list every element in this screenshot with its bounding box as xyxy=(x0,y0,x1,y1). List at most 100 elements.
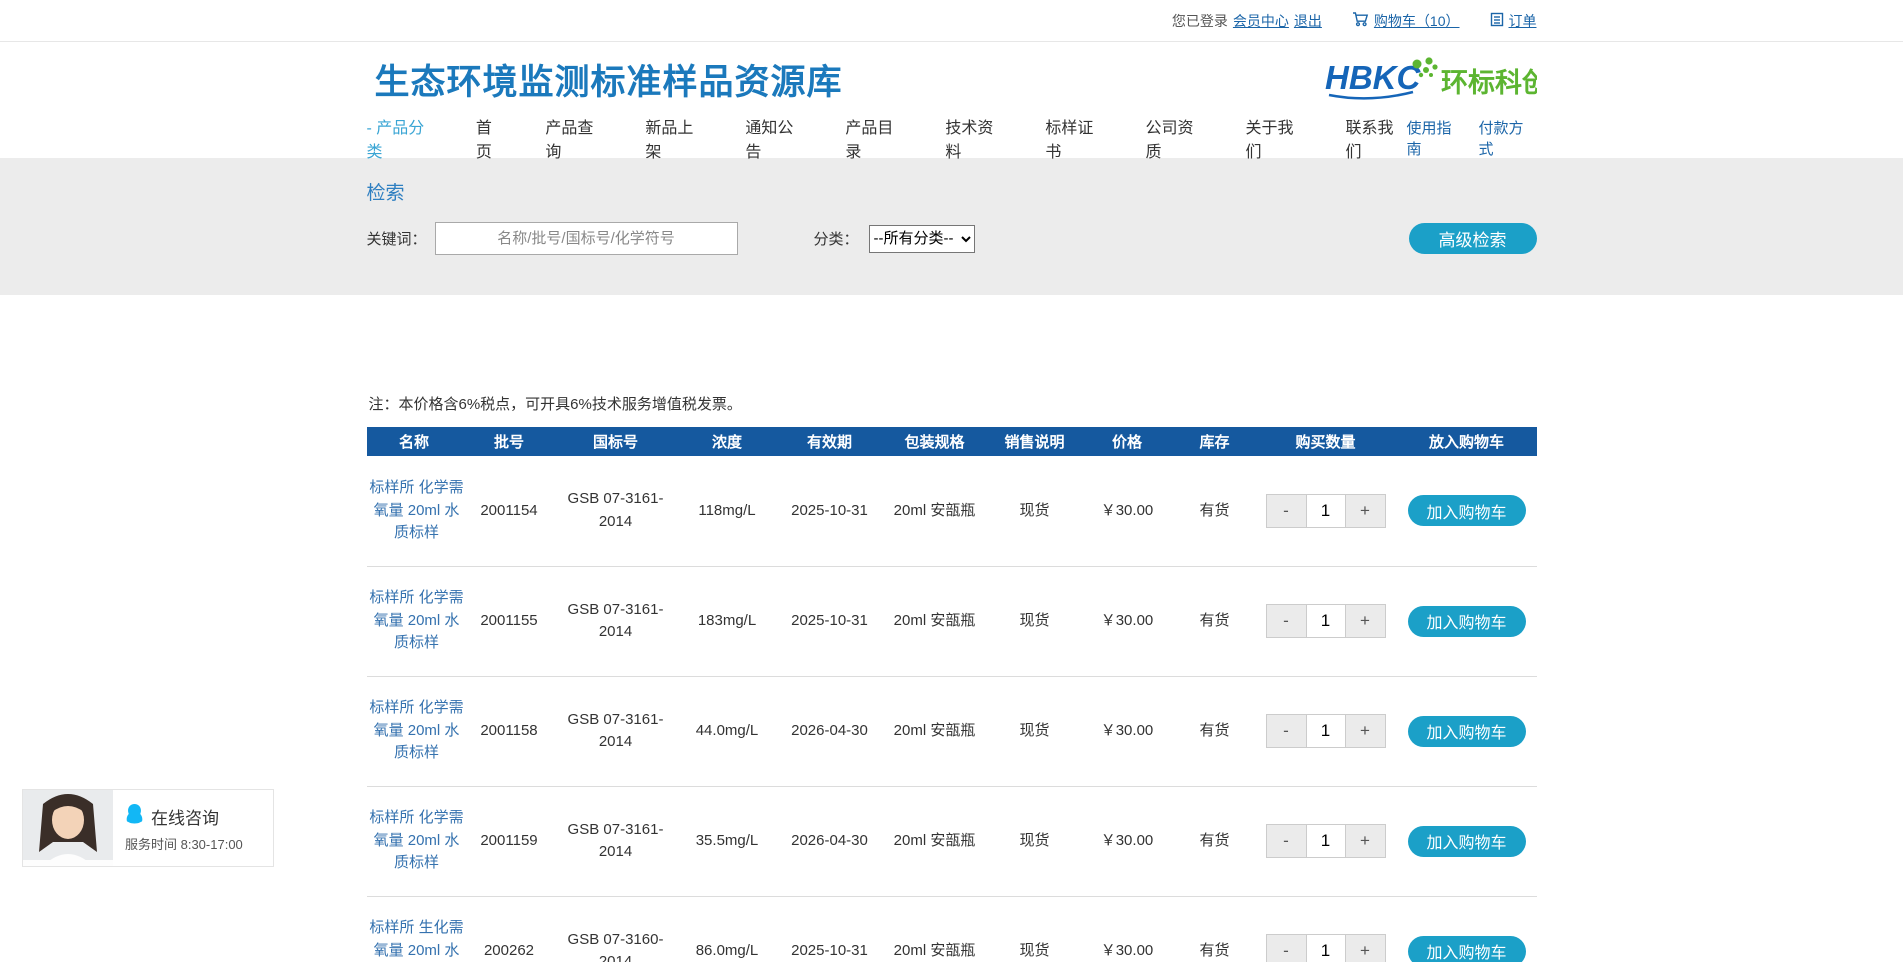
nav-item[interactable]: 通知公告 xyxy=(745,114,806,162)
keyword-input[interactable] xyxy=(435,222,738,255)
nav-helper-link[interactable]: 付款方式 xyxy=(1478,117,1536,159)
nav-item[interactable]: 产品目录 xyxy=(845,114,906,162)
quantity-input[interactable] xyxy=(1306,935,1346,962)
nav-item[interactable]: 首页 xyxy=(476,114,507,162)
nav-item[interactable]: 关于我们 xyxy=(1245,114,1306,162)
nav-item[interactable]: 新品上架 xyxy=(645,114,706,162)
quantity-input[interactable] xyxy=(1306,825,1346,857)
concentration-cell: 118mg/L xyxy=(675,456,780,566)
column-header: 有效期 xyxy=(780,427,880,456)
sale-status-cell: 现货 xyxy=(990,676,1080,786)
column-header: 包装规格 xyxy=(880,427,990,456)
cart-link-label[interactable]: 购物车（10） xyxy=(1374,11,1460,31)
quantity-plus-button[interactable]: + xyxy=(1346,935,1385,962)
keyword-label: 关键词： xyxy=(367,228,427,249)
site-header: 生态环境监测标准样品资源库 HBKC 环标科创 xyxy=(0,42,1903,117)
add-to-cart-button[interactable]: 加入购物车 xyxy=(1408,826,1526,857)
price-cell: ￥30.00 xyxy=(1080,566,1175,676)
table-row: 标样所 化学需氧量 20ml 水质标样 2001154 GSB 07-3161-… xyxy=(367,456,1537,566)
quantity-input[interactable] xyxy=(1306,495,1346,527)
quantity-stepper: - + xyxy=(1266,604,1386,638)
quantity-minus-button[interactable]: - xyxy=(1267,605,1306,637)
product-name-link[interactable]: 标样所 生化需氧量 20ml 水质标样 xyxy=(367,917,467,962)
column-header: 批号 xyxy=(462,427,557,456)
gb-number-cell: GSB 07-3160-2014 xyxy=(557,896,675,962)
quantity-plus-button[interactable]: + xyxy=(1346,715,1385,747)
column-header: 浓度 xyxy=(675,427,780,456)
product-name-link[interactable]: 标样所 化学需氧量 20ml 水质标样 xyxy=(367,697,467,765)
category-select[interactable]: --所有分类-- xyxy=(869,225,975,253)
advanced-search-button[interactable]: 高级检索 xyxy=(1409,223,1537,254)
quantity-stepper: - + xyxy=(1266,494,1386,528)
product-name-link[interactable]: 标样所 化学需氧量 20ml 水质标样 xyxy=(367,807,467,875)
orders-link-label[interactable]: 订单 xyxy=(1509,11,1537,31)
product-name-link[interactable]: 标样所 化学需氧量 20ml 水质标样 xyxy=(367,477,467,545)
nav-item-product-category[interactable]: - 产品分类 xyxy=(367,114,437,162)
online-chat-widget[interactable]: 在线咨询 服务时间 8:30-17:00 xyxy=(22,789,274,867)
gb-number-cell: GSB 07-3161-2014 xyxy=(557,566,675,676)
quantity-minus-button[interactable]: - xyxy=(1267,495,1306,527)
add-to-cart-button[interactable]: 加入购物车 xyxy=(1408,716,1526,747)
sale-status-cell: 现货 xyxy=(990,456,1080,566)
quantity-stepper: - + xyxy=(1266,714,1386,748)
cart-link[interactable]: 购物车（10） xyxy=(1352,11,1460,31)
nav-item[interactable]: 联系我们 xyxy=(1345,114,1406,162)
quantity-minus-button[interactable]: - xyxy=(1267,715,1306,747)
nav-item[interactable]: 产品查询 xyxy=(545,114,606,162)
stock-cell: 有货 xyxy=(1175,896,1255,962)
nav-item[interactable]: 技术资料 xyxy=(945,114,1006,162)
quantity-plus-button[interactable]: + xyxy=(1346,495,1385,527)
logged-in-text: 您已登录 xyxy=(1172,11,1228,31)
batch-cell: 2001159 xyxy=(462,786,557,896)
quantity-input[interactable] xyxy=(1306,605,1346,637)
column-header: 价格 xyxy=(1080,427,1175,456)
nav-helper-link[interactable]: 使用指南 xyxy=(1406,117,1464,159)
concentration-cell: 35.5mg/L xyxy=(675,786,780,896)
column-header: 库存 xyxy=(1175,427,1255,456)
stock-cell: 有货 xyxy=(1175,456,1255,566)
price-cell: ￥30.00 xyxy=(1080,676,1175,786)
tax-note: 注：本价格含6%税点，可开具6%技术服务增值税发票。 xyxy=(367,393,1537,414)
add-to-cart-button[interactable]: 加入购物车 xyxy=(1408,936,1526,962)
brand-logo-graphic: HBKC 环标科创 xyxy=(1325,56,1537,104)
search-title: 检索 xyxy=(367,178,1537,205)
login-status: 您已登录 会员中心退出 xyxy=(1172,11,1322,31)
quantity-minus-button[interactable]: - xyxy=(1267,935,1306,962)
column-header: 购买数量 xyxy=(1255,427,1397,456)
quantity-minus-button[interactable]: - xyxy=(1267,825,1306,857)
batch-cell: 2001155 xyxy=(462,566,557,676)
member-center-link[interactable]: 会员中心 xyxy=(1233,11,1289,31)
stock-cell: 有货 xyxy=(1175,566,1255,676)
concentration-cell: 86.0mg/L xyxy=(675,896,780,962)
table-row: 标样所 化学需氧量 20ml 水质标样 2001159 GSB 07-3161-… xyxy=(367,786,1537,896)
cart-icon xyxy=(1352,11,1369,30)
quantity-input[interactable] xyxy=(1306,715,1346,747)
add-to-cart-button[interactable]: 加入购物车 xyxy=(1408,606,1526,637)
orders-link[interactable]: 订单 xyxy=(1490,11,1537,31)
package-cell: 20ml 安瓿瓶 xyxy=(880,456,990,566)
logout-link[interactable]: 退出 xyxy=(1294,11,1322,31)
stock-cell: 有货 xyxy=(1175,786,1255,896)
qq-icon xyxy=(125,803,144,829)
nav-item[interactable]: 标样证书 xyxy=(1045,114,1106,162)
quantity-stepper: - + xyxy=(1266,934,1386,962)
quantity-plus-button[interactable]: + xyxy=(1346,825,1385,857)
column-header: 国标号 xyxy=(557,427,675,456)
gb-number-cell: GSB 07-3161-2014 xyxy=(557,786,675,896)
table-row: 标样所 化学需氧量 20ml 水质标样 2001158 GSB 07-3161-… xyxy=(367,676,1537,786)
gb-number-cell: GSB 07-3161-2014 xyxy=(557,456,675,566)
table-row: 标样所 生化需氧量 20ml 水质标样 200262 GSB 07-3160-2… xyxy=(367,896,1537,962)
quantity-plus-button[interactable]: + xyxy=(1346,605,1385,637)
nav-helper-links: 使用指南付款方式 xyxy=(1406,117,1536,159)
expiry-cell: 2025-10-31 xyxy=(780,456,880,566)
price-cell: ￥30.00 xyxy=(1080,456,1175,566)
package-cell: 20ml 安瓿瓶 xyxy=(880,896,990,962)
package-cell: 20ml 安瓿瓶 xyxy=(880,566,990,676)
gb-number-cell: GSB 07-3161-2014 xyxy=(557,676,675,786)
brand-abbr-text: HBKC xyxy=(1325,59,1421,96)
orders-icon xyxy=(1490,12,1504,30)
sale-status-cell: 现货 xyxy=(990,786,1080,896)
nav-item[interactable]: 公司资质 xyxy=(1145,114,1206,162)
product-name-link[interactable]: 标样所 化学需氧量 20ml 水质标样 xyxy=(367,587,467,655)
add-to-cart-button[interactable]: 加入购物车 xyxy=(1408,495,1526,526)
